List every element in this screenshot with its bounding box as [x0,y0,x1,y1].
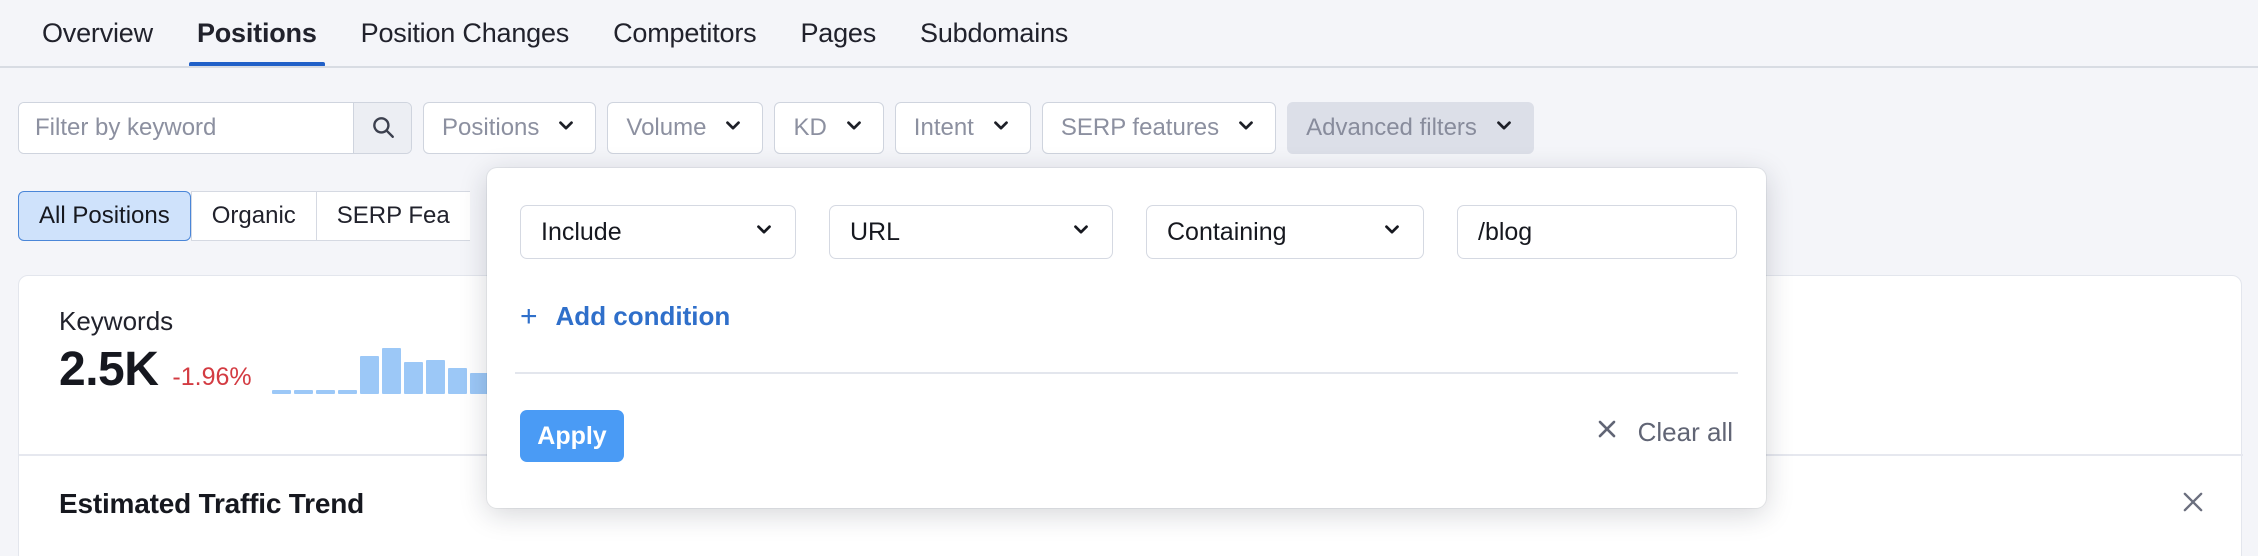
clear-all-label: Clear all [1637,417,1733,447]
sparkline-bar [293,390,313,394]
filter-pill-kd[interactable]: KD [774,102,884,154]
filter-toolbar: Positions Volume KD Intent SERP features Adva… [0,69,2258,154]
nav-tab-label: Pages [800,17,877,48]
filter-pill-label: Advanced filters [1306,114,1477,141]
nav-tab-label: Positions [196,17,317,48]
sparkline-bar [337,390,357,394]
nav-tab-competitors[interactable]: Competitors [591,0,778,66]
filter-pill-label: Intent [913,114,974,141]
sparkline-bar [271,390,291,394]
segment-all-positions[interactable]: All Positions [18,191,191,241]
position-type-segmented-control: All Positions Organic SERP Fea [18,191,470,241]
filter-pill-list: Positions Volume KD Intent SERP features Adva… [423,102,1534,154]
filter-pill-positions[interactable]: Positions [423,102,597,154]
advanced-filters-dropdown: Include URL Containing /blog + Add condi… [487,168,1766,508]
sparkline-bar [359,356,379,394]
keywords-metric-row: 2.5K -1.96% [59,346,489,394]
sparkline-bar [381,348,401,394]
filter-row: Positions Volume KD Intent SERP features Adva… [18,102,1534,154]
segment-label: SERP Fea [336,202,450,229]
nav-tab-label: Overview [42,17,153,48]
keywords-sparkline-chart [271,348,489,394]
app-root: Overview Positions Position Changes Competi… [0,0,2258,556]
nav-bottom-rule [0,66,2258,68]
condition-mode-select[interactable]: Include [520,205,796,259]
chevron-down-icon [1070,218,1092,247]
chevron-down-icon [1381,218,1403,247]
top-navigation: Overview Positions Position Changes Competi… [0,0,2258,69]
nav-tab-label: Position Changes [360,17,570,48]
nav-tab-overview[interactable]: Overview [20,0,175,66]
nav-tab-subdomains[interactable]: Subdomains [898,0,1090,66]
close-x-icon [1594,416,1620,449]
chevron-down-icon [722,114,744,143]
filter-pill-label: KD [793,114,827,141]
keywords-delta: -1.96% [172,363,252,391]
search-icon [370,114,396,143]
condition-field-value: URL [850,217,901,246]
clear-all-button[interactable]: Clear all [1594,416,1733,449]
sparkline-bar [447,368,467,394]
segment-label: Organic [211,202,296,229]
close-icon[interactable] [2173,482,2213,522]
sparkline-bar [403,362,423,394]
plus-icon: + [520,299,538,333]
keywords-value: 2.5K [59,343,159,396]
chevron-down-icon [990,114,1012,143]
chevron-down-icon [1493,114,1515,143]
condition-operator-value: Containing [1167,217,1287,246]
keywords-label: Keywords [59,306,174,336]
dropdown-footer: Apply Clear all [487,372,1766,508]
filter-pill-serp-features[interactable]: SERP features [1041,102,1277,154]
filter-pill-intent[interactable]: Intent [894,102,1031,154]
condition-operator-select[interactable]: Containing [1146,205,1424,259]
sparkline-bar [425,360,445,394]
nav-tab-pages[interactable]: Pages [778,0,898,66]
filter-pill-label: Volume [626,114,707,141]
add-condition-button[interactable]: + Add condition [520,301,730,332]
search-input[interactable] [19,103,353,153]
condition-value-input[interactable] [1457,205,1737,259]
filter-pill-advanced-filters[interactable]: Advanced filters [1287,102,1534,154]
chevron-down-icon [753,218,775,247]
segment-organic[interactable]: Organic [190,191,316,241]
sparkline-bar [469,373,489,394]
filter-pill-label: Positions [442,114,540,141]
add-condition-label: Add condition [555,301,731,331]
chevron-down-icon [555,114,577,143]
chevron-down-icon [843,114,865,143]
segment-serp-fea[interactable]: SERP Fea [315,191,470,241]
nav-tab-list: Overview Positions Position Changes Competi… [20,0,1090,67]
nav-tab-positions[interactable]: Positions [175,0,339,67]
apply-button[interactable]: Apply [520,410,624,462]
nav-tab-label: Subdomains [920,17,1069,48]
condition-mode-value: Include [541,217,622,246]
search-button[interactable] [353,103,411,153]
filter-pill-label: SERP features [1060,114,1220,141]
keyword-search-group [18,102,412,154]
sparkline-bar [315,390,335,394]
segment-label: All Positions [39,202,170,229]
chevron-down-icon [1235,114,1257,143]
condition-field-select[interactable]: URL [829,205,1113,259]
estimated-traffic-trend-title: Estimated Traffic Trend [59,488,365,519]
nav-tab-position-changes[interactable]: Position Changes [339,0,591,66]
filter-condition-row: Include URL Containing [520,205,1737,259]
filter-pill-volume[interactable]: Volume [607,102,764,154]
nav-tab-label: Competitors [613,17,757,48]
